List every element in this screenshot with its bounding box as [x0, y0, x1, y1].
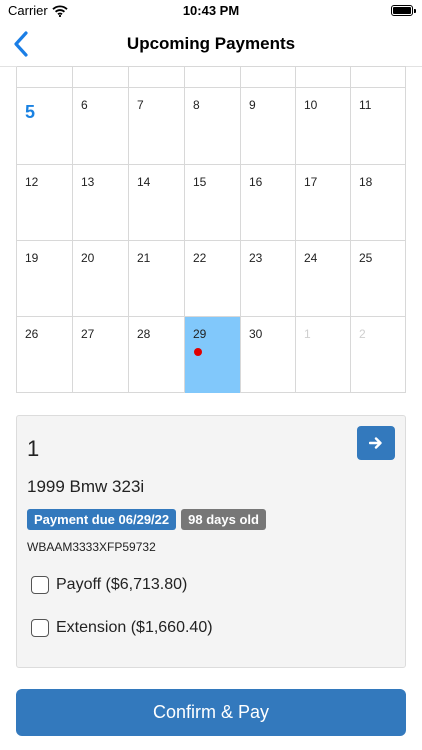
status-time: 10:43 PM: [182, 3, 240, 18]
calendar-day-number: 10: [304, 98, 318, 112]
calendar-day-number: 13: [81, 175, 95, 189]
calendar-day-cell[interactable]: 10: [296, 87, 351, 164]
calendar-day-number: 25: [359, 251, 373, 265]
vin-number: WBAAM3333XFP59732: [27, 540, 156, 554]
calendar-day-cell: [17, 66, 73, 87]
calendar-day-cell: [129, 66, 185, 87]
calendar-day-number: 11: [359, 98, 372, 112]
calendar-day-number: 2: [359, 327, 366, 341]
extension-checkbox[interactable]: [31, 619, 49, 637]
calendar-day-cell[interactable]: 9: [241, 87, 296, 164]
calendar-day-number: 22: [193, 251, 207, 265]
calendar-day-cell[interactable]: 16: [241, 164, 296, 240]
payoff-option[interactable]: Payoff ($6,713.80): [31, 576, 187, 594]
calendar-grid: 5 6 7 8 9 10 11 12 13 14 15 16 17 18 19 20 21 22 23 24 25 26 2…: [16, 66, 406, 393]
calendar-day-cell[interactable]: 30: [241, 316, 296, 393]
calendar-day-number: 14: [137, 175, 151, 189]
calendar-week-row: 26 27 28 29 30 1 2: [17, 316, 406, 393]
calendar-day-cell: [351, 66, 406, 87]
calendar-day-number: 30: [249, 327, 263, 341]
payment-event-dot: [194, 348, 202, 356]
calendar-day-number: 21: [137, 251, 151, 265]
calendar-week-row: 5 6 7 8 9 10 11: [17, 87, 406, 164]
calendar-week-row: [17, 66, 406, 87]
arrow-right-icon: [369, 437, 382, 449]
calendar-day-number: 18: [359, 175, 373, 189]
calendar-day-cell[interactable]: 21: [129, 240, 185, 316]
calendar-day-cell[interactable]: 13: [73, 164, 129, 240]
days-old-badge: 98 days old: [181, 509, 266, 530]
calendar-day-number: 27: [81, 327, 95, 341]
calendar-day-cell[interactable]: 19: [17, 240, 73, 316]
calendar-day-number: 19: [25, 251, 39, 265]
calendar-day-cell[interactable]: 25: [351, 240, 406, 316]
calendar-week-row: 19 20 21 22 23 24 25: [17, 240, 406, 316]
calendar-day-cell[interactable]: 29: [185, 316, 241, 393]
calendar-day-number: 17: [304, 175, 318, 189]
payment-card: 1 1999 Bmw 323i Payment due 06/29/22 98 …: [16, 415, 406, 668]
calendar-day-number: 6: [81, 98, 88, 112]
status-bar: Carrier 10:43 PM: [0, 0, 422, 22]
calendar-day-cell[interactable]: 22: [185, 240, 241, 316]
confirm-pay-button[interactable]: Confirm & Pay: [16, 689, 406, 736]
calendar-day-cell[interactable]: 7: [129, 87, 185, 164]
calendar-day-number: 9: [249, 98, 256, 112]
calendar-day-cell[interactable]: 2: [351, 316, 406, 393]
calendar-day-cell[interactable]: 15: [185, 164, 241, 240]
calendar-day-cell[interactable]: 17: [296, 164, 351, 240]
calendar-day-cell[interactable]: 23: [241, 240, 296, 316]
calendar-day-cell[interactable]: 27: [73, 316, 129, 393]
battery-icon: [391, 5, 416, 16]
calendar-day-number: 29: [193, 327, 207, 341]
calendar-day-number: 12: [25, 175, 39, 189]
calendar-day-cell: [296, 66, 351, 87]
calendar-day-cell[interactable]: 5: [17, 87, 73, 164]
calendar-day-number: 5: [25, 102, 36, 122]
calendar-week-row: 12 13 14 15 16 17 18: [17, 164, 406, 240]
open-payment-button[interactable]: [357, 426, 395, 460]
navigation-bar: Upcoming Payments: [0, 22, 422, 67]
calendar-day-cell[interactable]: 24: [296, 240, 351, 316]
vehicle-name: 1999 Bmw 323i: [27, 477, 145, 496]
calendar-day-number: 7: [137, 98, 144, 112]
calendar-day-cell[interactable]: 14: [129, 164, 185, 240]
payoff-label: Payoff ($6,713.80): [56, 576, 188, 593]
badge-group: Payment due 06/29/22 98 days old: [27, 509, 271, 530]
calendar-day-cell[interactable]: 6: [73, 87, 129, 164]
extension-option[interactable]: Extension ($1,660.40): [31, 619, 213, 637]
calendar-day-cell[interactable]: 1: [296, 316, 351, 393]
calendar-day-number: 24: [304, 251, 318, 265]
calendar-day-cell: [73, 66, 129, 87]
calendar-day-cell[interactable]: 28: [129, 316, 185, 393]
calendar-day-number: 8: [193, 98, 200, 112]
calendar-day-number: 23: [249, 251, 263, 265]
calendar-day-number: 16: [249, 175, 263, 189]
calendar-day-cell[interactable]: 20: [73, 240, 129, 316]
payoff-checkbox[interactable]: [31, 576, 49, 594]
calendar-day-number: 1: [304, 327, 311, 341]
calendar-day-cell: [241, 66, 296, 87]
calendar-day-cell: [185, 66, 241, 87]
extension-label: Extension ($1,660.40): [56, 619, 213, 636]
calendar-day-number: 28: [137, 327, 151, 341]
calendar-day-number: 26: [25, 327, 39, 341]
calendar-day-cell[interactable]: 26: [17, 316, 73, 393]
calendar-day-cell[interactable]: 11: [351, 87, 406, 164]
payment-due-badge: Payment due 06/29/22: [27, 509, 177, 530]
calendar-day-number: 20: [81, 251, 95, 265]
calendar-day-cell[interactable]: 18: [351, 164, 406, 240]
payment-index: 1: [27, 436, 40, 461]
calendar-day-cell[interactable]: 8: [185, 87, 241, 164]
page-title: Upcoming Payments: [126, 34, 296, 53]
calendar-day-cell[interactable]: 12: [17, 164, 73, 240]
calendar-day-number: 15: [193, 175, 207, 189]
